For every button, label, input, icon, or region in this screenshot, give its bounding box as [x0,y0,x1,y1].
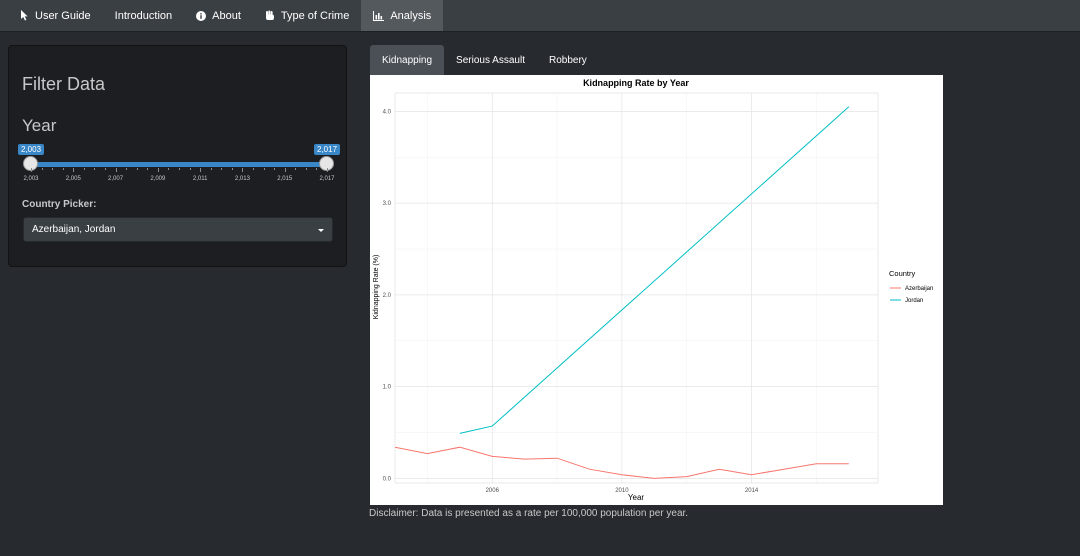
cursor-icon [21,10,28,21]
nav-item-introduction[interactable]: Introduction [103,0,184,31]
nav-label-analysis: Analysis [390,9,432,22]
slider-major-tick [115,168,117,172]
slider-major-tick [157,168,159,172]
slider-tick-label: 2,009 [150,176,166,182]
slider-tick-label: 2,017 [319,176,335,182]
fist-icon [265,10,274,20]
slider-minor-tick [147,168,149,170]
slider-minor-tick [62,168,64,170]
bar-chart-icon [373,10,385,21]
slider-minor-tick [52,168,54,170]
x-tick-label: 2006 [486,488,500,494]
filter-title: Filter Data [22,74,106,94]
slider-minor-tick [41,168,43,170]
slider-tick-label: 2,005 [65,176,81,182]
filter-panel: Filter Data Year 2,003 2,017 2,003 2,005 2… [8,45,347,267]
x-tick-label: 2014 [745,488,759,494]
y-tick-label: 0.0 [383,476,392,482]
slider-minor-tick [136,168,138,170]
y-tick-label: 2.0 [383,293,392,299]
legend-label-azerbaijan: Azerbaijan [905,286,933,292]
slider-major-tick [284,168,286,172]
slider-minor-tick [168,168,170,170]
slider-major-tick [200,168,202,172]
nav-item-type-of-crime[interactable]: Type of Crime [253,0,361,31]
x-axis-label: Year [628,493,645,502]
slider-minor-tick [253,168,254,170]
slider-minor-tick [263,168,265,170]
slider-minor-tick [94,168,96,170]
legend-title: Country [889,269,916,278]
crime-tabs: Kidnapping Serious Assault Robbery [370,45,599,75]
slider-major-tick [242,168,244,172]
slider-to-badge: 2,017 [314,144,341,155]
slider-tick-label: 2,003 [23,176,39,182]
slider-minor-tick [295,168,297,170]
nav-label-introduction: Introduction [114,9,173,22]
nav-item-analysis[interactable]: Analysis [361,0,444,31]
slider-minor-tick [83,168,85,170]
y-tick-label: 1.0 [383,385,392,391]
slider-minor-tick [305,168,307,170]
kidnapping-plot: 2006 2010 2014 0.0 1.0 2.0 3.0 4.0 Kidnapping Ra… [370,75,943,505]
year-label: Year [22,116,57,135]
y-axis-label: Kidnapping Rate (%) [373,255,380,320]
nav-item-user-guide[interactable]: User Guide [12,0,103,31]
slider-tick-label: 2,007 [108,176,124,182]
slider-minor-tick [210,168,212,170]
slider-minor-tick [231,168,233,170]
slider-minor-tick [316,168,318,170]
year-range-slider[interactable]: 2,003 2,017 2,003 2,005 2,007 2,009 2,011 2,0… [9,144,348,194]
plot-panel [394,92,879,484]
country-picker[interactable]: Azerbaijan, Jordan [23,217,333,242]
slider-minor-tick [221,168,223,170]
caret-down-icon [318,229,324,232]
legend-label-jordan: Jordan [905,298,923,304]
slider-track[interactable] [31,162,327,167]
chart-title: Kidnapping Rate by Year [583,78,689,88]
slider-major-tick [31,168,32,172]
kidnapping-chart: 2006 2010 20140.01.02.03.04.0Kidnapping Ra… [373,78,933,502]
navbar: User Guide Introduction About Type of Cr… [0,0,1080,32]
slider-minor-tick [189,168,191,170]
slider-tick-label: 2,011 [192,176,208,182]
tab-robbery[interactable]: Robbery [537,45,599,75]
nav-label-type-of-crime: Type of Crime [280,9,350,22]
nav-label-about: About [212,9,241,22]
slider-minor-tick [274,168,276,170]
tab-kidnapping[interactable]: Kidnapping [370,45,445,75]
tab-serious-assault[interactable]: Serious Assault [444,45,537,75]
nav-label-user-guide: User Guide [35,9,91,22]
y-tick-label: 4.0 [383,109,392,115]
slider-minor-tick [105,168,106,170]
info-circle-icon [196,10,207,21]
slider-minor-tick [179,168,180,170]
country-picker-value: Azerbaijan, Jordan [32,224,116,235]
slider-major-tick [73,168,75,172]
slider-tick-label: 2,015 [277,176,293,182]
country-picker-label: Country Picker: [22,199,97,210]
slider-tick-label: 2,013 [234,176,250,182]
slider-from-badge: 2,003 [18,144,45,155]
slider-minor-tick [126,168,128,170]
nav-item-about[interactable]: About [184,0,253,31]
y-tick-label: 3.0 [383,201,392,207]
disclaimer-text: Disclaimer: Data is presented as a rate … [369,508,689,519]
slider-major-tick [327,168,328,172]
